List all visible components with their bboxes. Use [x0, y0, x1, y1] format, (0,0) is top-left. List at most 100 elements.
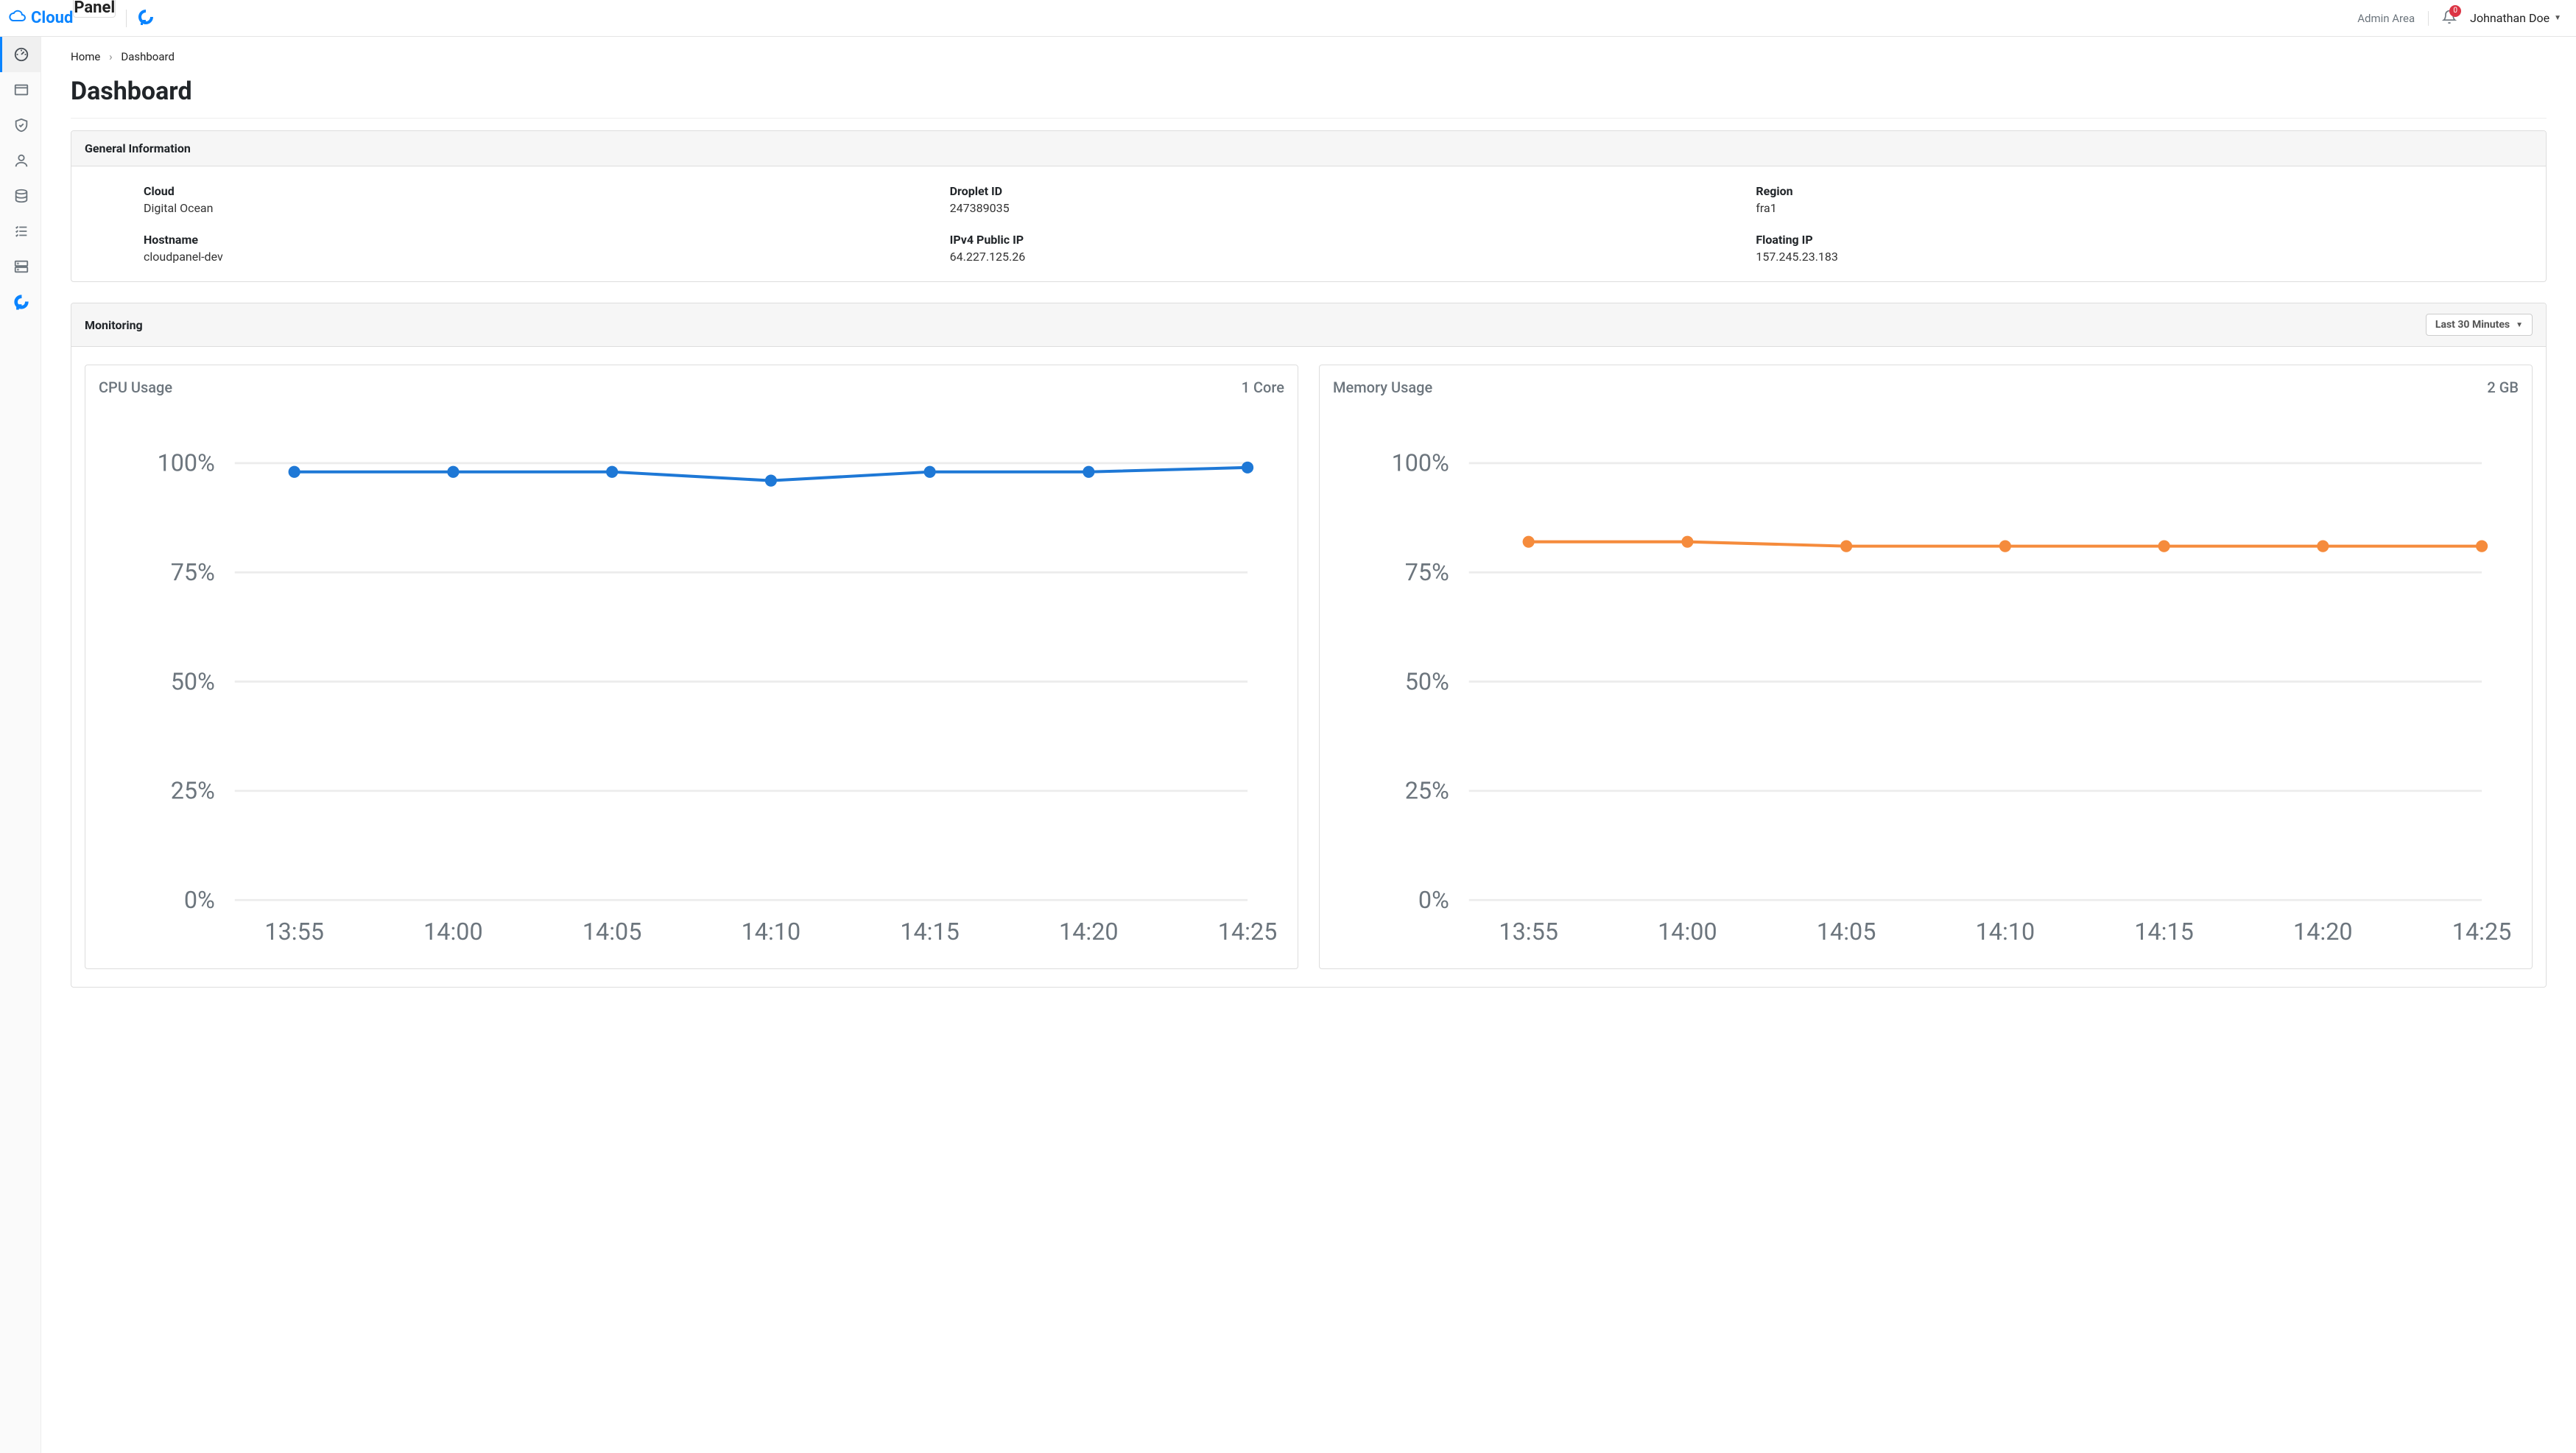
- digitalocean-logo-icon[interactable]: [137, 8, 155, 29]
- info-label: IPv4 Public IP: [950, 233, 1727, 247]
- notifications-button[interactable]: 0: [2442, 10, 2457, 27]
- x-tick: 14:00: [1658, 918, 1717, 946]
- x-tick: 14:15: [2134, 918, 2194, 946]
- cpu-chart-card: CPU Usage 1 Core 100%: [85, 365, 1298, 969]
- breadcrumb-home[interactable]: Home: [71, 50, 100, 63]
- monitoring-title: Monitoring: [85, 318, 143, 332]
- memory-chart-title: Memory Usage: [1333, 379, 1432, 396]
- main-content: Home › Dashboard Dashboard General Infor…: [41, 37, 2576, 1453]
- breadcrumb: Home › Dashboard: [71, 37, 2547, 69]
- y-tick: 100%: [158, 449, 215, 477]
- y-tick: 25%: [171, 777, 215, 805]
- x-tick: 13:55: [1499, 918, 1558, 946]
- time-range-label: Last 30 Minutes: [2435, 319, 2510, 331]
- info-label: Droplet ID: [950, 184, 1727, 198]
- breadcrumb-current: Dashboard: [121, 50, 175, 63]
- info-value: Digital Ocean: [144, 201, 921, 215]
- charts-row: CPU Usage 1 Core 100%: [85, 365, 2533, 969]
- y-tick: 100%: [1392, 449, 1449, 477]
- logo-area: CloudPanel: [9, 0, 155, 38]
- shield-icon: [13, 117, 29, 133]
- brand[interactable]: CloudPanel: [9, 0, 116, 38]
- sidebar-item-databases[interactable]: [0, 178, 41, 214]
- cpu-chart: 100% 75% 50% 25% 0% 13:55 14:00: [96, 404, 1287, 960]
- time-range-dropdown[interactable]: Last 30 Minutes ▼: [2426, 314, 2533, 336]
- sidebar-item-dashboard[interactable]: [0, 37, 41, 72]
- general-info-title: General Information: [85, 141, 191, 155]
- caret-down-icon: ▼: [2554, 14, 2561, 22]
- brand-text-panel: Panel: [73, 0, 116, 18]
- cloud-icon: [9, 7, 27, 29]
- x-tick: 14:10: [742, 918, 801, 946]
- sidebar-item-sites[interactable]: [0, 72, 41, 108]
- topbar-separator: [2428, 11, 2429, 26]
- caret-down-icon: ▼: [2516, 321, 2523, 329]
- y-tick: 50%: [1405, 667, 1449, 695]
- info-item: Floating IP 157.245.23.183: [1756, 233, 2533, 264]
- sidebar-item-services[interactable]: [0, 249, 41, 284]
- cpu-chart-title: CPU Usage: [99, 379, 172, 396]
- brand-separator: [126, 10, 127, 27]
- sidebar-item-cron[interactable]: [0, 214, 41, 249]
- x-tick: 14:20: [1059, 918, 1119, 946]
- info-value: 64.227.125.26: [950, 250, 1727, 264]
- admin-area-link[interactable]: Admin Area: [2357, 12, 2415, 25]
- info-item: Region fra1: [1756, 184, 2533, 215]
- general-info-panel: General Information Cloud Digital Ocean …: [71, 130, 2547, 282]
- list-check-icon: [13, 223, 29, 239]
- x-tick: 14:00: [423, 918, 483, 946]
- x-tick: 14:05: [583, 918, 642, 946]
- x-tick: 13:55: [264, 918, 324, 946]
- sidebar-item-digitalocean[interactable]: [0, 284, 41, 320]
- y-tick: 0%: [1418, 886, 1449, 914]
- memory-chart-card: Memory Usage 2 GB 100%: [1319, 365, 2533, 969]
- notification-badge: 0: [2449, 5, 2461, 17]
- sidebar-item-users[interactable]: [0, 143, 41, 178]
- info-item: Droplet ID 247389035: [950, 184, 1727, 215]
- topbar-right: Admin Area 0 Johnathan Doe ▼: [2357, 10, 2561, 27]
- info-value: cloudpanel-dev: [144, 250, 921, 264]
- monitoring-header: Monitoring Last 30 Minutes ▼: [71, 303, 2546, 347]
- sidebar: [0, 37, 41, 1453]
- y-tick: 50%: [171, 667, 215, 695]
- info-label: Floating IP: [1756, 233, 2533, 247]
- memory-chart: 100% 75% 50% 25% 0% 13:55 14:00: [1330, 404, 2522, 960]
- digitalocean-icon: [13, 294, 29, 310]
- sidebar-item-security[interactable]: [0, 108, 41, 143]
- x-tick: 14:10: [1976, 918, 2035, 946]
- database-icon: [13, 188, 29, 204]
- y-tick: 75%: [1405, 558, 1449, 586]
- user-name: Johnathan Doe: [2470, 11, 2549, 25]
- memory-chart-subtitle: 2 GB: [2487, 379, 2519, 396]
- gauge-icon: [13, 46, 29, 63]
- info-item: Cloud Digital Ocean: [144, 184, 921, 215]
- info-value: 247389035: [950, 201, 1727, 215]
- info-label: Cloud: [144, 184, 921, 198]
- info-item: IPv4 Public IP 64.227.125.26: [950, 233, 1727, 264]
- user-menu[interactable]: Johnathan Doe ▼: [2470, 11, 2561, 25]
- cpu-chart-subtitle: 1 Core: [1242, 379, 1284, 396]
- y-tick: 75%: [171, 558, 215, 586]
- y-tick: 0%: [184, 886, 215, 914]
- x-tick: 14:20: [2293, 918, 2353, 946]
- page-title: Dashboard: [71, 77, 2547, 119]
- x-tick: 14:25: [2452, 918, 2512, 946]
- monitoring-panel: Monitoring Last 30 Minutes ▼ CPU Usage 1…: [71, 303, 2547, 988]
- info-value: fra1: [1756, 201, 2533, 215]
- info-label: Region: [1756, 184, 2533, 198]
- general-info-header: General Information: [71, 131, 2546, 166]
- info-item: Hostname cloudpanel-dev: [144, 233, 921, 264]
- chevron-right-icon: ›: [109, 50, 113, 63]
- user-icon: [13, 152, 29, 169]
- topbar: CloudPanel Admin Area 0 Johnathan Doe ▼: [0, 0, 2576, 37]
- window-icon: [13, 82, 29, 98]
- x-tick: 14:05: [1817, 918, 1876, 946]
- server-icon: [13, 258, 29, 275]
- x-tick: 14:25: [1218, 918, 1278, 946]
- x-tick: 14:15: [900, 918, 960, 946]
- y-tick: 25%: [1405, 777, 1449, 805]
- info-label: Hostname: [144, 233, 921, 247]
- brand-text-cloud: Cloud: [31, 9, 73, 27]
- info-grid: Cloud Digital Ocean Droplet ID 247389035…: [85, 184, 2533, 264]
- info-value: 157.245.23.183: [1756, 250, 2533, 264]
